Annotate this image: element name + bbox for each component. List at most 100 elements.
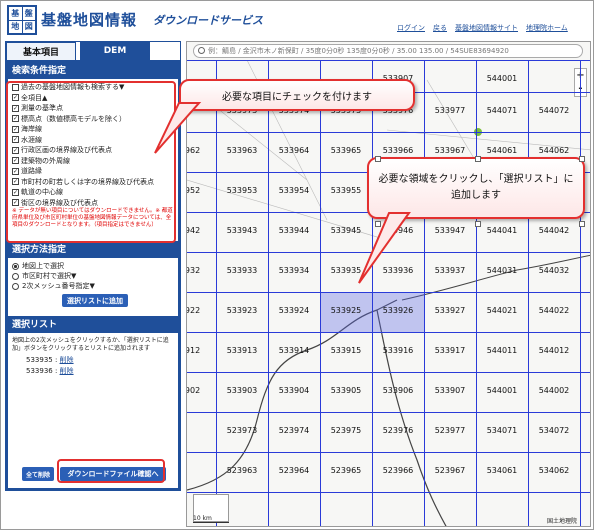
method-panel: 地図上で選択 市区町村で選択▼ 2次メッシュ番号指定▼ 選択リストに追加 <box>8 258 178 316</box>
mesh-label-533966[interactable]: 533966 <box>372 146 424 155</box>
header: 基 盤 地 図 基盤地図情報 ダウンロードサービス ログイン 戻る 基盤地図情報… <box>1 1 593 38</box>
kiban-site-link[interactable]: 基盤地図情報サイト <box>455 23 518 33</box>
mesh-grid-line <box>187 60 590 61</box>
mesh-grid-line <box>528 60 529 526</box>
radio-label: 2次メッシュ番号指定▼ <box>22 282 95 290</box>
mesh-label-523973[interactable]: 523973 <box>216 426 268 435</box>
mesh-label-523974[interactable]: 523974 <box>268 426 320 435</box>
mesh-label-533937[interactable]: 533937 <box>424 266 476 275</box>
mesh-label-523977[interactable]: 523977 <box>424 426 476 435</box>
search-input[interactable]: 例：鯖島 / 金沢市木ノ新保町 / 35度0分0秒 135度0分0秒 / 35.… <box>193 44 583 58</box>
gsi-home-link[interactable]: 地理院ホーム <box>526 23 568 33</box>
resize-handle <box>375 221 381 227</box>
mesh-label-533917[interactable]: 533917 <box>424 346 476 355</box>
list-heading: 選択リスト <box>8 318 178 332</box>
mesh-label-544012[interactable]: 544012 <box>528 346 580 355</box>
mesh-label-544061[interactable]: 544061 <box>476 146 528 155</box>
mesh-label-533947[interactable]: 533947 <box>424 226 476 235</box>
mesh-label-3902[interactable]: 3902 <box>187 386 216 395</box>
mesh-label-523967[interactable]: 523967 <box>424 466 476 475</box>
mesh-label-534072[interactable]: 534072 <box>528 426 580 435</box>
mesh-label-544041[interactable]: 544041 <box>476 226 528 235</box>
mesh-label-544001[interactable]: 544001 <box>476 386 528 395</box>
logo: 基 盤 地 図 <box>7 5 37 35</box>
mesh-label-533906[interactable]: 533906 <box>372 386 424 395</box>
mesh-label-3932[interactable]: 3932 <box>187 266 216 275</box>
callout-click: 必要な領域をクリックし、「選択リスト」に追加します <box>367 157 585 219</box>
mesh-label-523976[interactable]: 523976 <box>372 426 424 435</box>
mesh-label-544022[interactable]: 544022 <box>528 306 580 315</box>
mesh-label-533924[interactable]: 533924 <box>268 306 320 315</box>
mesh-label-544001[interactable]: 544001 <box>476 74 528 83</box>
mesh-label-544032[interactable]: 544032 <box>528 266 580 275</box>
mesh-label-544011[interactable]: 544011 <box>476 346 528 355</box>
mesh-label-523965[interactable]: 523965 <box>320 466 372 475</box>
mesh-label-544021[interactable]: 544021 <box>476 306 528 315</box>
mesh-label-533927[interactable]: 533927 <box>424 306 476 315</box>
mesh-label-533965[interactable]: 533965 <box>320 146 372 155</box>
mesh-label-544042[interactable]: 544042 <box>528 226 580 235</box>
mesh-label-544002[interactable]: 544002 <box>528 386 580 395</box>
tab-basic[interactable]: 基本項目 <box>6 42 76 60</box>
mesh-label-523964[interactable]: 523964 <box>268 466 320 475</box>
login-link[interactable]: ログイン <box>397 23 425 33</box>
radio-city-select[interactable]: 市区町村で選択▼ <box>12 271 174 281</box>
mesh-label-533905[interactable]: 533905 <box>320 386 372 395</box>
mesh-label-533933[interactable]: 533933 <box>216 266 268 275</box>
mesh-label-533903[interactable]: 533903 <box>216 386 268 395</box>
mesh-label-533964[interactable]: 533964 <box>268 146 320 155</box>
delete-link[interactable]: 削除 <box>60 367 74 375</box>
clear-all-button[interactable]: 全て削除 <box>22 467 54 481</box>
mesh-label-523966[interactable]: 523966 <box>372 466 424 475</box>
mesh-label-533915[interactable]: 533915 <box>320 346 372 355</box>
scale-bar: 10 km <box>193 515 229 523</box>
search-icon <box>198 47 205 54</box>
mesh-label-3912[interactable]: 3912 <box>187 346 216 355</box>
mesh-grid-line <box>187 292 590 293</box>
callout-pointer <box>154 102 202 154</box>
mesh-label-523963[interactable]: 523963 <box>216 466 268 475</box>
mesh-label-534071[interactable]: 534071 <box>476 426 528 435</box>
mesh-label-533925[interactable]: 533925 <box>320 306 372 315</box>
mesh-label-533955[interactable]: 533955 <box>320 186 372 195</box>
mesh-label-533914[interactable]: 533914 <box>268 346 320 355</box>
list-item-code: 533935 <box>26 356 53 364</box>
delete-link[interactable]: 削除 <box>60 356 74 364</box>
mesh-label-533943[interactable]: 533943 <box>216 226 268 235</box>
mesh-grid-line <box>476 60 477 526</box>
mesh-label-533923[interactable]: 533923 <box>216 306 268 315</box>
mesh-grid-line <box>320 60 321 526</box>
mesh-label-533963[interactable]: 533963 <box>216 146 268 155</box>
list-item: 533936 : 削除 <box>26 367 74 375</box>
mesh-label-533977[interactable]: 533977 <box>424 106 476 115</box>
mesh-label-533904[interactable]: 533904 <box>268 386 320 395</box>
add-to-list-button[interactable]: 選択リストに追加 <box>62 294 128 307</box>
mesh-label-3952[interactable]: 3952 <box>187 186 216 195</box>
back-link[interactable]: 戻る <box>433 23 447 33</box>
callout-pointer <box>358 212 411 284</box>
mesh-label-544072[interactable]: 544072 <box>528 106 580 115</box>
mesh-label-533967[interactable]: 533967 <box>424 146 476 155</box>
mesh-label-533954[interactable]: 533954 <box>268 186 320 195</box>
mesh-label-533944[interactable]: 533944 <box>268 226 320 235</box>
mesh-grid-line <box>268 60 269 526</box>
mesh-label-3922[interactable]: 3922 <box>187 306 216 315</box>
mesh-label-544031[interactable]: 544031 <box>476 266 528 275</box>
mesh-label-533934[interactable]: 533934 <box>268 266 320 275</box>
mesh-label-523975[interactable]: 523975 <box>320 426 372 435</box>
mesh-label-544062[interactable]: 544062 <box>528 146 580 155</box>
mesh-label-533953[interactable]: 533953 <box>216 186 268 195</box>
top-links: ログイン 戻る 基盤地図情報サイト 地理院ホーム <box>397 23 568 33</box>
mesh-label-533907[interactable]: 533907 <box>424 386 476 395</box>
mesh-label-534062[interactable]: 534062 <box>528 466 580 475</box>
list-item: 533935 : 削除 <box>26 356 74 364</box>
radio-map-select[interactable]: 地図上で選択 <box>12 261 174 271</box>
mesh-label-533926[interactable]: 533926 <box>372 306 424 315</box>
mesh-label-534061[interactable]: 534061 <box>476 466 528 475</box>
mesh-label-544071[interactable]: 544071 <box>476 106 528 115</box>
tab-dem[interactable]: DEM <box>80 42 150 60</box>
radio-mesh-select[interactable]: 2次メッシュ番号指定▼ <box>12 281 174 291</box>
mesh-label-3942[interactable]: 3942 <box>187 226 216 235</box>
mesh-label-533913[interactable]: 533913 <box>216 346 268 355</box>
mesh-label-533916[interactable]: 533916 <box>372 346 424 355</box>
